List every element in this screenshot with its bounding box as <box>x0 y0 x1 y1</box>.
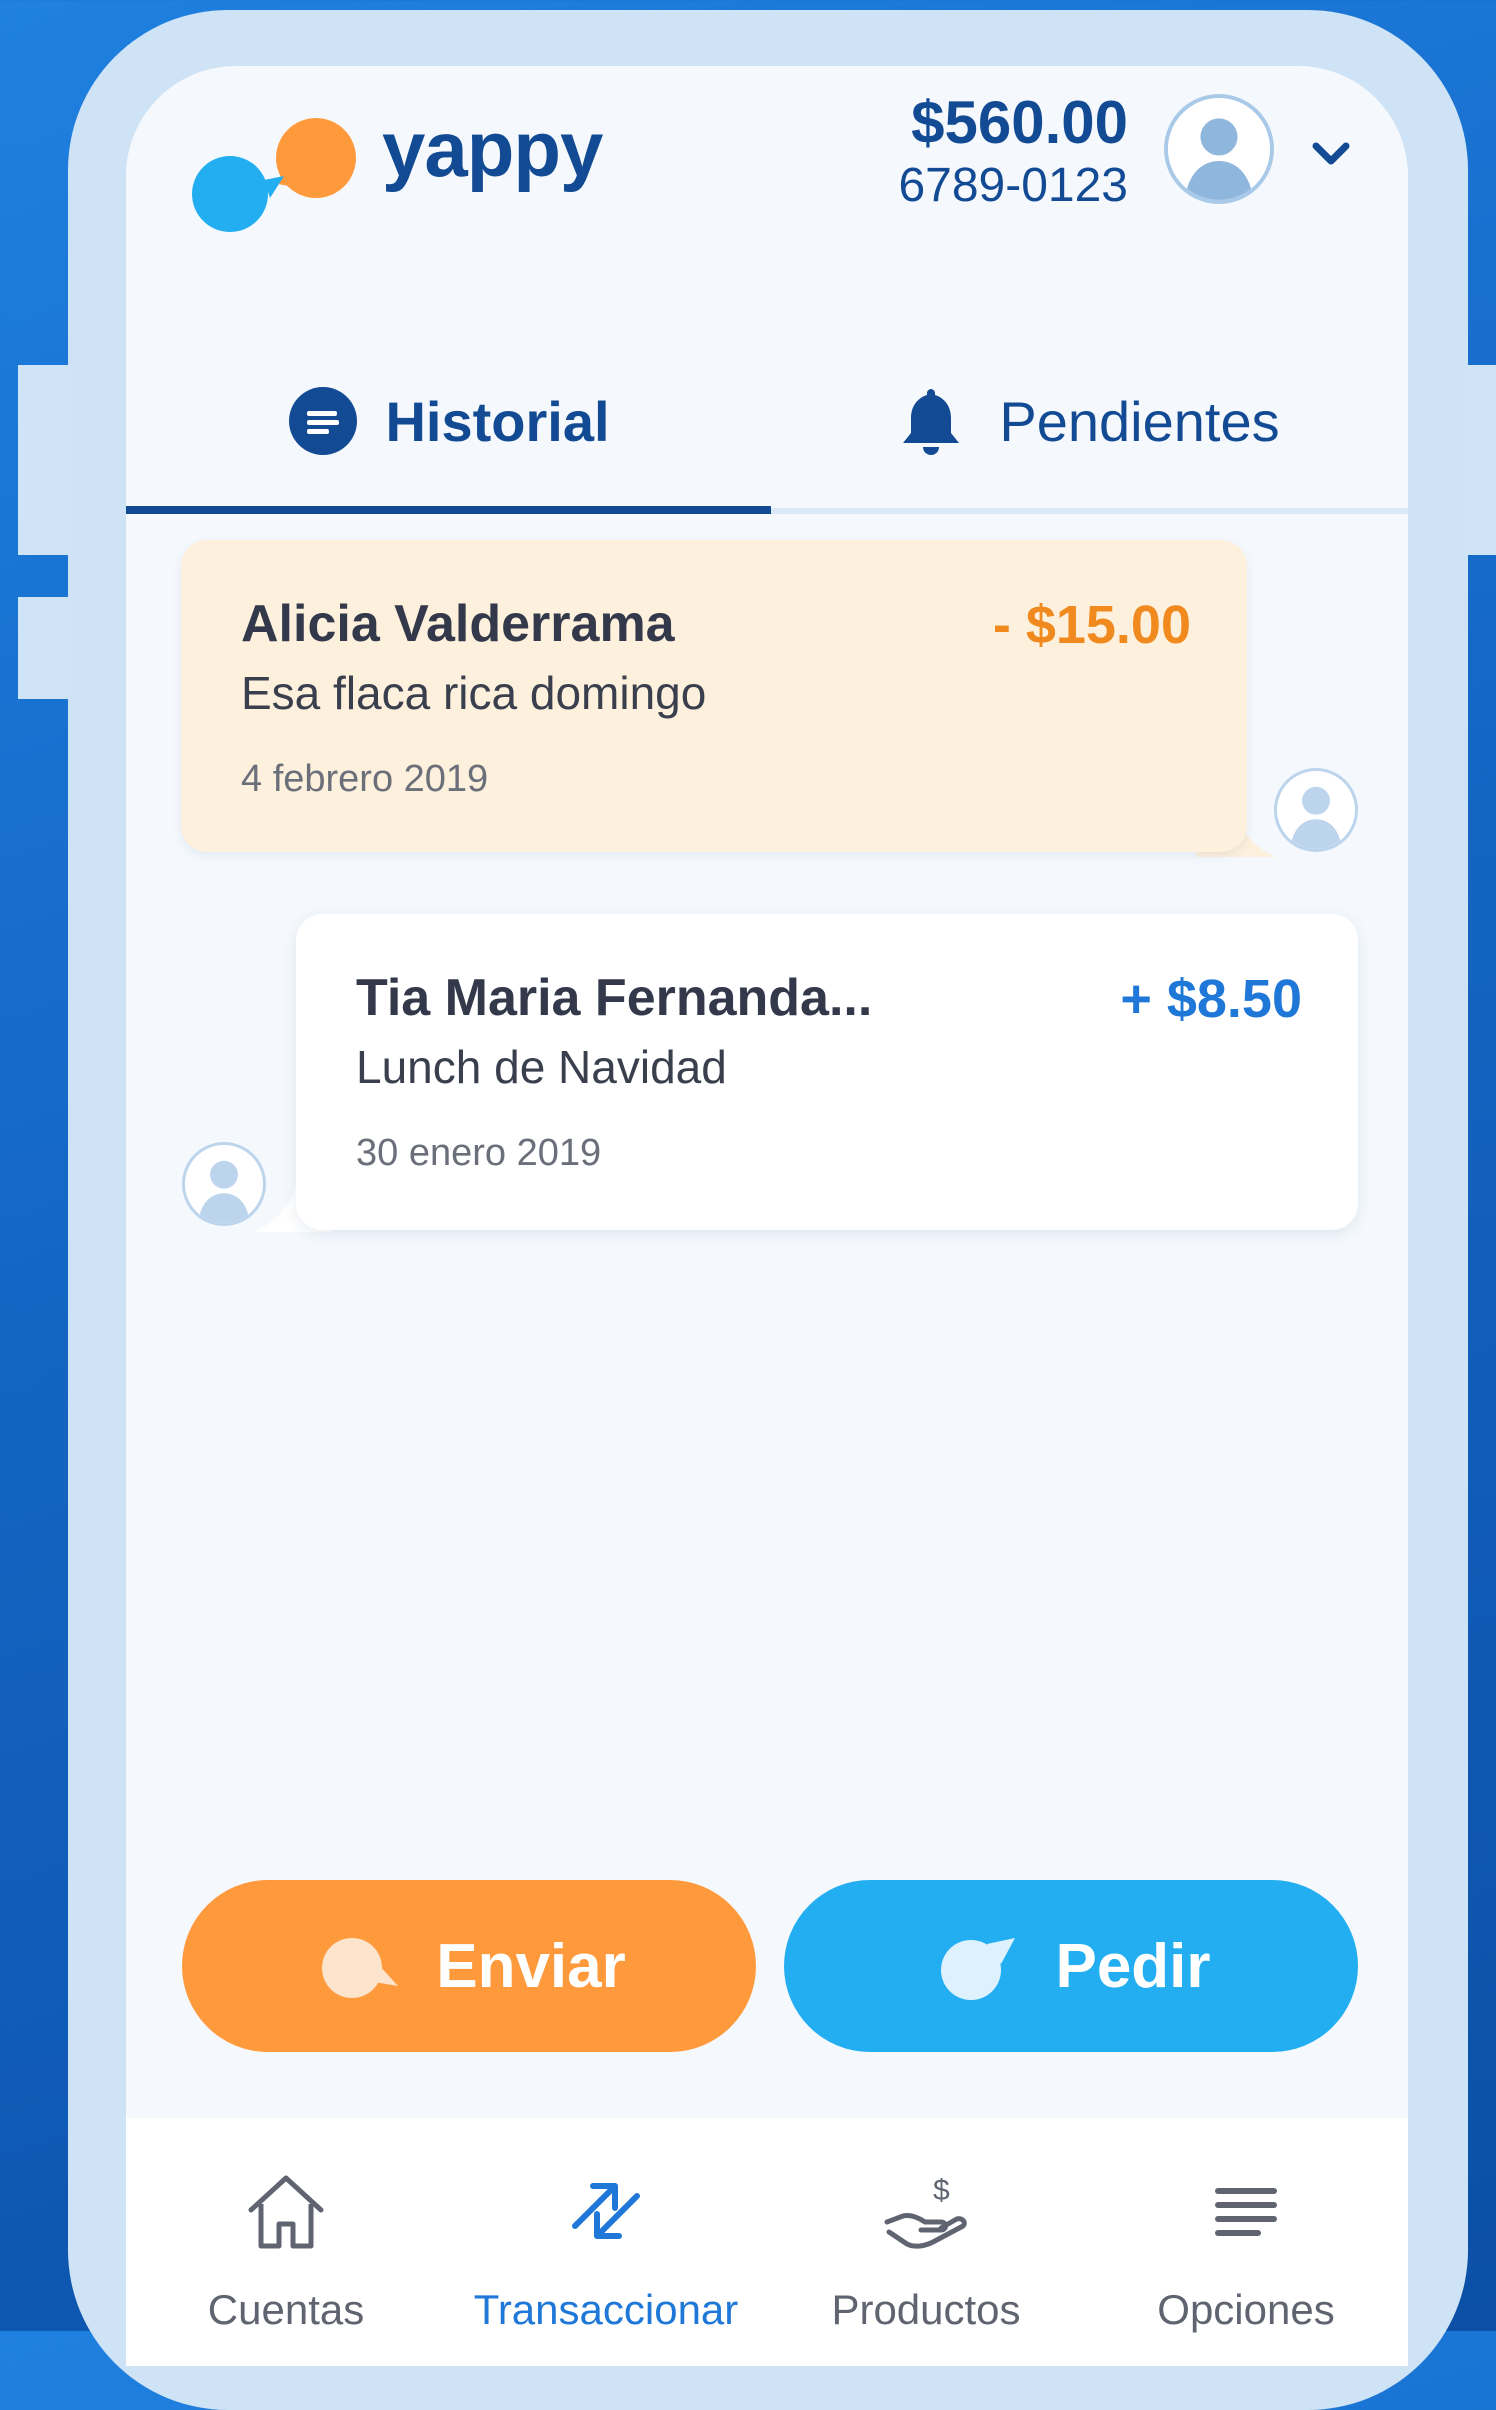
transaction-contact-name: Alicia Valderrama <box>241 595 675 653</box>
transaction-amount: - $15.00 <box>992 595 1191 655</box>
transaction-description: Lunch de Navidad <box>356 1041 727 1093</box>
send-button[interactable]: Enviar <box>182 1880 756 2052</box>
phone-side-button <box>18 365 68 555</box>
svg-text:$: $ <box>933 2174 950 2207</box>
app-header: yappy $560.00 6789-0123 <box>126 66 1408 306</box>
nav-label: Productos <box>831 2286 1021 2333</box>
phone-side-button <box>18 597 68 699</box>
account-balance-block: $560.00 6789-0123 <box>898 88 1128 214</box>
home-icon <box>248 2175 324 2249</box>
phone-side-button <box>1466 365 1496 555</box>
nav-item-cuentas[interactable]: Cuentas <box>126 2118 446 2366</box>
list-circle-icon <box>289 387 358 455</box>
request-button-label: Pedir <box>1055 1931 1211 2001</box>
nav-item-productos[interactable]: $ Productos <box>766 2118 1086 2366</box>
menu-lines-icon <box>1215 2188 1277 2236</box>
user-avatar[interactable] <box>1164 94 1274 204</box>
transaction-contact-name: Tia Maria Fernanda... <box>356 969 873 1027</box>
bottom-navigation: Cuentas Transaccionar $ Productos Opcion… <box>126 2118 1408 2366</box>
tab-pendientes-label: Pendientes <box>999 389 1280 453</box>
transaction-date: 4 febrero 2019 <box>241 758 489 800</box>
user-silhouette-icon <box>1168 98 1270 200</box>
balance-amount: $560.00 <box>911 89 1128 156</box>
yappy-logo-icon <box>192 118 356 232</box>
request-button[interactable]: Pedir <box>784 1880 1358 2052</box>
nav-label: Transaccionar <box>473 2286 739 2333</box>
contact-avatar <box>1274 768 1358 852</box>
transaction-date: 30 enero 2019 <box>356 1132 602 1174</box>
user-silhouette-icon <box>1290 786 1342 849</box>
transaction-card-received[interactable]: Tia Maria Fernanda... + $8.50 Lunch de N… <box>296 914 1358 1230</box>
transaction-card-sent[interactable]: Alicia Valderrama - $15.00 Esa flaca ric… <box>181 540 1247 852</box>
transfer-arrows-icon <box>572 2183 640 2239</box>
nav-label: Cuentas <box>207 2286 365 2333</box>
nav-item-opciones[interactable]: Opciones <box>1086 2118 1406 2366</box>
phone-number: 6789-0123 <box>898 159 1128 212</box>
send-button-label: Enviar <box>436 1931 626 2001</box>
request-bubble-icon <box>941 1938 1016 2000</box>
chevron-down-icon[interactable] <box>1306 128 1356 178</box>
history-tabs: Historial Pendientes <box>126 328 1408 518</box>
transaction-description: Esa flaca rica domingo <box>241 667 707 719</box>
tab-active-indicator <box>126 506 771 514</box>
contact-avatar <box>182 1142 266 1226</box>
nav-label: Opciones <box>1157 2286 1335 2333</box>
hand-money-icon: $ <box>884 2174 967 2249</box>
user-silhouette-icon <box>198 1160 250 1223</box>
transaction-amount: + $8.50 <box>1120 969 1302 1029</box>
app-screen: yappy $560.00 6789-0123 Historial Pendie… <box>126 66 1408 2366</box>
send-bubble-icon <box>322 1938 399 1998</box>
nav-item-transaccionar[interactable]: Transaccionar <box>446 2118 766 2366</box>
tab-historial[interactable]: Historial <box>126 328 771 514</box>
bell-icon <box>903 389 960 455</box>
tab-historial-label: Historial <box>385 389 610 453</box>
brand-name: yappy <box>382 105 603 193</box>
tab-pendientes[interactable]: Pendientes <box>771 328 1408 514</box>
